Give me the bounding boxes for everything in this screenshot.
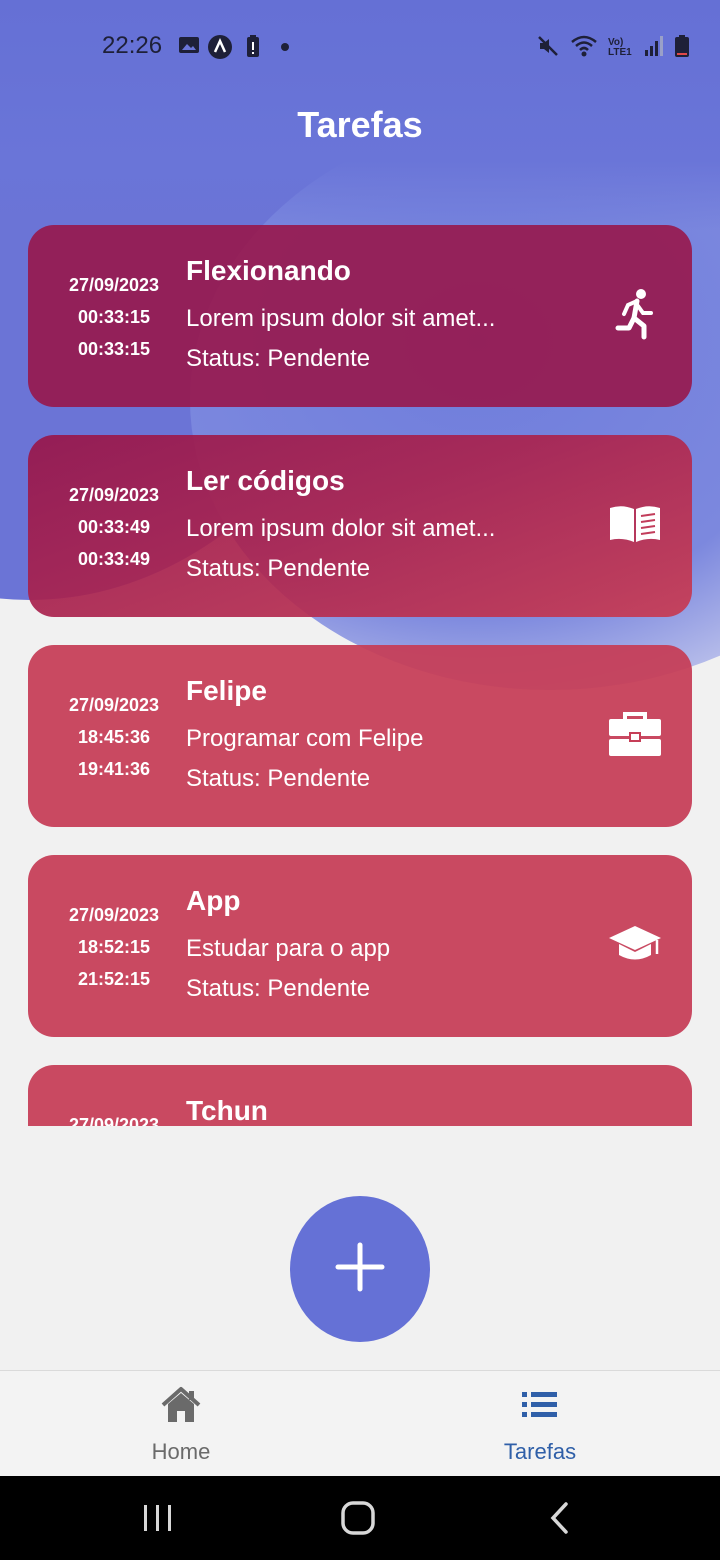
task-status: Status: Pendente	[186, 765, 371, 792]
list-icon	[520, 1385, 560, 1425]
add-task-button[interactable]	[290, 1196, 430, 1342]
status-bar: 22:26 Vo) LTE1	[0, 0, 720, 92]
page-title: Tarefas	[297, 104, 423, 145]
task-dates: 27/09/2023 18:52:15 21:52:15	[50, 899, 178, 995]
task-date: 27/09/2023	[68, 275, 160, 295]
briefcase-icon	[606, 705, 664, 763]
task-title: App	[186, 885, 241, 916]
task-dates: 27/09/2023	[50, 1109, 178, 1126]
task-card[interactable]: 27/09/2023 00:33:49 00:33:49 Ler códigos…	[28, 435, 692, 617]
task-start-time: 18:52:15	[77, 937, 151, 957]
task-dates: 27/09/2023 00:33:49 00:33:49	[50, 479, 178, 575]
status-right-icons: Vo) LTE1	[536, 34, 690, 62]
task-description: Programar com Felipe	[186, 725, 424, 752]
task-date: 27/09/2023	[68, 1115, 160, 1126]
task-card[interactable]: 27/09/2023 Tchun	[28, 1065, 692, 1126]
bottom-navigation: Home Tarefas	[0, 1370, 720, 1476]
task-title: Tchun	[186, 1095, 268, 1126]
task-start-time: 18:45:36	[77, 727, 151, 747]
wifi-icon	[570, 34, 598, 62]
app-notification-icon	[207, 34, 233, 60]
task-list[interactable]: 27/09/2023 00:33:15 00:33:15 Flexionando…	[0, 220, 720, 1126]
task-card[interactable]: 27/09/2023 00:33:15 00:33:15 Flexionando…	[28, 225, 692, 407]
battery-icon	[674, 34, 690, 62]
task-start-time: 00:33:15	[77, 307, 151, 327]
nav-item-home[interactable]: Home	[81, 1371, 281, 1477]
task-title: Flexionando	[186, 255, 351, 286]
task-end-time: 00:33:49	[77, 549, 151, 569]
book-icon	[606, 495, 664, 553]
task-card[interactable]: 27/09/2023 18:45:36 19:41:36 Felipe Prog…	[28, 645, 692, 827]
graduation-cap-icon	[606, 915, 664, 973]
nav-label-home: Home	[151, 1439, 211, 1464]
status-time: 22:26	[102, 32, 163, 59]
task-status: Status: Pendente	[186, 975, 371, 1002]
recent-apps-icon[interactable]	[138, 1498, 178, 1538]
nav-item-tarefas[interactable]: Tarefas	[440, 1371, 640, 1477]
task-description: Lorem ipsum dolor sit amet...	[186, 305, 496, 332]
task-description: Lorem ipsum dolor sit amet...	[186, 515, 496, 542]
signal-icon	[644, 35, 664, 61]
task-dates: 27/09/2023 18:45:36 19:41:36	[50, 689, 178, 785]
nav-label-tarefas: Tarefas	[503, 1439, 577, 1464]
task-end-time: 21:52:15	[77, 969, 151, 989]
task-status: Status: Pendente	[186, 345, 371, 372]
task-date: 27/09/2023	[68, 485, 160, 505]
task-dates: 27/09/2023 00:33:15 00:33:15	[50, 269, 178, 365]
task-title: Felipe	[186, 675, 267, 706]
task-title: Ler códigos	[186, 465, 345, 496]
system-navigation-bar	[0, 1476, 720, 1560]
running-icon	[606, 285, 664, 343]
task-status: Status: Pendente	[186, 555, 371, 582]
task-end-time: 00:33:15	[77, 339, 151, 359]
network-label: Vo) LTE1	[608, 37, 632, 58]
notification-dot-icon	[278, 34, 304, 60]
home-button-icon[interactable]	[338, 1498, 378, 1538]
task-description: Estudar para o app	[186, 935, 391, 962]
task-date: 27/09/2023	[68, 905, 160, 925]
task-start-time: 00:33:49	[77, 517, 151, 537]
task-card[interactable]: 27/09/2023 18:52:15 21:52:15 App Estudar…	[28, 855, 692, 1037]
task-end-time: 19:41:36	[77, 759, 151, 779]
back-icon[interactable]	[540, 1498, 580, 1538]
home-icon	[161, 1385, 201, 1425]
battery-alert-icon	[243, 34, 269, 60]
image-icon	[178, 34, 204, 60]
task-date: 27/09/2023	[68, 695, 160, 715]
mute-icon	[536, 34, 560, 62]
plus-icon	[335, 1242, 385, 1296]
